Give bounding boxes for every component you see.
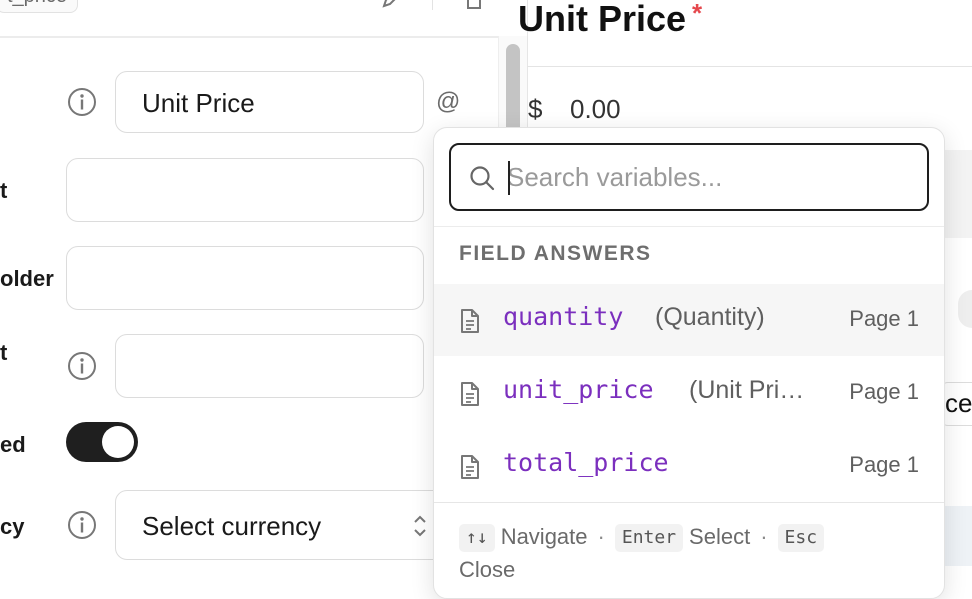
footer-divider <box>434 502 944 503</box>
trash-icon[interactable] <box>462 0 486 10</box>
variable-item-total-price[interactable]: total_price Page 1 <box>434 430 944 502</box>
kbd-esc: Esc <box>777 524 825 553</box>
field-id-tab[interactable]: t_price <box>0 0 79 13</box>
variable-picker-popover: FIELD ANSWERS quantity (Quantity) Page 1… <box>433 127 945 599</box>
variable-name: unit_price <box>503 375 654 404</box>
header-separator <box>0 36 500 38</box>
variable-name: total_price <box>503 448 669 477</box>
scrollbar-thumb[interactable] <box>506 44 520 134</box>
variable-name: quantity <box>503 302 624 331</box>
price-amount: 0.00 <box>570 94 621 124</box>
info-icon[interactable] <box>67 510 97 540</box>
preview-field-title: Unit Price * <box>518 0 703 39</box>
search-icon <box>469 165 495 191</box>
label-input-value: Unit Price <box>142 88 255 118</box>
text-input[interactable] <box>66 158 424 222</box>
row-label-default: t <box>0 340 8 365</box>
variable-search-box[interactable] <box>449 143 929 211</box>
hint-navigate: Navigate <box>500 524 588 549</box>
variable-label: (Quantity) <box>655 303 765 331</box>
text-cursor <box>508 161 510 195</box>
default-value-input[interactable] <box>115 334 424 398</box>
toggle-knob <box>102 426 134 458</box>
variable-search-input[interactable] <box>507 155 907 199</box>
label-input[interactable]: Unit Price <box>115 71 424 133</box>
edit-icon[interactable] <box>380 0 402 10</box>
placeholder-input[interactable] <box>66 246 424 310</box>
row-label-required: ed <box>0 432 26 457</box>
insert-variable-button[interactable]: @ <box>436 88 460 116</box>
variable-page: Page 1 <box>849 452 919 477</box>
section-title-field-answers: FIELD ANSWERS <box>459 242 652 265</box>
variable-item-quantity[interactable]: quantity (Quantity) Page 1 <box>434 284 944 356</box>
currency-select[interactable]: Select currency <box>115 490 445 560</box>
required-toggle[interactable] <box>66 422 138 462</box>
row-label-placeholder: older <box>0 266 54 291</box>
currency-select-value: Select currency <box>142 511 322 541</box>
document-icon <box>459 381 481 407</box>
currency-symbol: $ <box>528 94 543 124</box>
chevron-up-down-icon <box>412 513 428 539</box>
popover-divider <box>434 226 944 227</box>
background-pill <box>958 290 972 328</box>
hint-separator: · <box>597 524 605 549</box>
info-icon[interactable] <box>67 87 97 117</box>
kbd-enter: Enter <box>614 524 684 553</box>
keyboard-hints: ↑↓ Navigate · Enter Select · Esc Close <box>459 520 929 586</box>
variable-page: Page 1 <box>849 379 919 404</box>
variable-label: (Unit Pri… <box>689 376 805 404</box>
document-icon <box>459 308 481 334</box>
hint-close: Close <box>459 557 516 582</box>
document-icon <box>459 454 481 480</box>
variable-item-unit-price[interactable]: unit_price (Unit Pri… Page 1 <box>434 357 944 429</box>
kbd-navigate: ↑↓ <box>459 524 495 553</box>
header-divider <box>432 0 433 10</box>
required-marker: * <box>692 0 703 28</box>
hint-select: Select <box>689 524 751 549</box>
variable-page: Page 1 <box>849 306 919 331</box>
row-label-text: t <box>0 178 8 203</box>
hint-separator: · <box>760 524 768 549</box>
row-label-currency: cy <box>0 514 25 539</box>
info-icon[interactable] <box>67 351 97 381</box>
